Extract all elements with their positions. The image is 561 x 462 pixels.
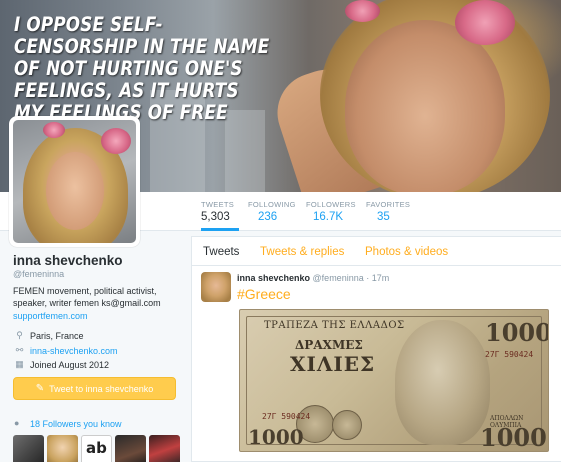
profile-name[interactable]: inna shevchenko [13,253,123,268]
banner-face [345,20,505,192]
banknote-serial-bottom: 27Γ 590424 [262,412,311,421]
follower-avatar[interactable] [13,435,44,462]
tab-photos-videos[interactable]: Photos & videos [365,246,448,258]
stat-following[interactable]: FOLLOWING 236 [248,200,296,231]
stat-value: 236 [258,211,278,223]
banner-rose [455,0,515,45]
stat-value: 5,303 [201,211,230,223]
banknote-serial-top: 27Γ 590424 [485,350,534,359]
tab-tweets-replies[interactable]: Tweets & replies [260,246,344,258]
banknote-denomination-bottom-right: 1000 [480,423,547,452]
tweet-timestamp[interactable]: · 17m [366,273,389,283]
banknote-xilies: ΧΙΛΙΕΣ [290,352,376,376]
follower-avatar[interactable]: ab [81,435,112,462]
tweet-author-handle[interactable]: @femeninna [313,273,364,283]
profile-website[interactable]: ⚯ inna-shevchenko.com [14,345,118,356]
avatar-image [13,120,136,243]
tweet-author-name[interactable]: inna shevchenko [237,273,310,283]
timeline: Tweets Tweets & replies Photos & videos … [191,236,561,462]
stat-label: FOLLOWING [248,200,296,209]
tweet-media-banknote[interactable]: ΤΡΑΠΕΖΑ ΤΗΣ ΕΛΛΑΔΟΣ ΔΡΑΧΜΕΣ ΧΙΛΙΕΣ 1000 … [239,309,549,452]
followers-you-know[interactable]: ● 18 Followers you know [14,418,122,429]
tweet-header: inna shevchenko @femeninna · 17m [237,273,389,283]
tweet-to-button[interactable]: ✎ Tweet to inna shevchenko [13,377,176,400]
follower-avatar[interactable] [47,435,78,462]
location-pin-icon: ⚲ [16,330,23,340]
timeline-tabs: Tweets Tweets & replies Photos & videos [192,237,561,266]
tab-tweets[interactable]: Tweets [203,246,239,258]
follower-logo-icon: ab [86,439,107,457]
profile-joined: ▦ Joined August 2012 [14,359,109,370]
tweet-hashtag[interactable]: #Greece [237,286,291,302]
stat-tweets[interactable]: TWEETS 5,303 [201,200,239,231]
profile-location: ⚲ Paris, France [14,330,84,341]
tweet-to-label: Tweet to inna shevchenko [49,383,154,394]
banknote-drachmes: ΔΡΑΧΜΕΣ [295,338,363,352]
location-text: Paris, France [30,330,84,341]
profile-avatar[interactable] [9,116,140,247]
followers-you-know-label[interactable]: 18 Followers you know [30,419,122,429]
follower-avatar[interactable] [149,435,180,462]
banknote-bank-name: ΤΡΑΠΕΖΑ ΤΗΣ ΕΛΛΑΔΟΣ [264,320,405,331]
person-icon: ● [14,418,20,428]
avatar-face [46,152,104,230]
banknote-denomination-top: 1000 [485,318,549,347]
bio-link[interactable]: supportfemen.com [13,311,88,321]
stat-followers[interactable]: FOLLOWERS 16.7K [306,200,356,231]
joined-text: Joined August 2012 [30,359,110,370]
banknote-denomination-bottom-left: 1000 [248,425,304,449]
stat-favorites[interactable]: FAVORITES 35 [366,200,410,231]
stat-label: FAVORITES [366,200,411,209]
stat-value: 16.7K [313,211,344,223]
calendar-icon: ▦ [15,359,24,369]
avatar-rose [101,128,131,154]
profile-handle[interactable]: @femeninna [13,269,64,279]
followers-you-know-list: ab [13,435,180,462]
stat-label: FOLLOWERS [306,200,356,209]
link-icon: ⚯ [15,345,24,355]
website-link[interactable]: inna-shevchenko.com [30,346,118,356]
banner-rose [345,0,380,22]
profile-bio: FEMEN movement, political activist, spea… [13,286,161,308]
banknote-apollo-portrait [395,320,490,445]
avatar-rose [43,122,65,138]
stat-value: 35 [377,211,390,223]
banknote-coin [332,410,362,440]
compose-icon: ✎ [35,383,45,394]
tweet-author-avatar[interactable] [201,272,231,302]
stat-label: TWEETS [201,200,235,209]
follower-avatar[interactable] [115,435,146,462]
